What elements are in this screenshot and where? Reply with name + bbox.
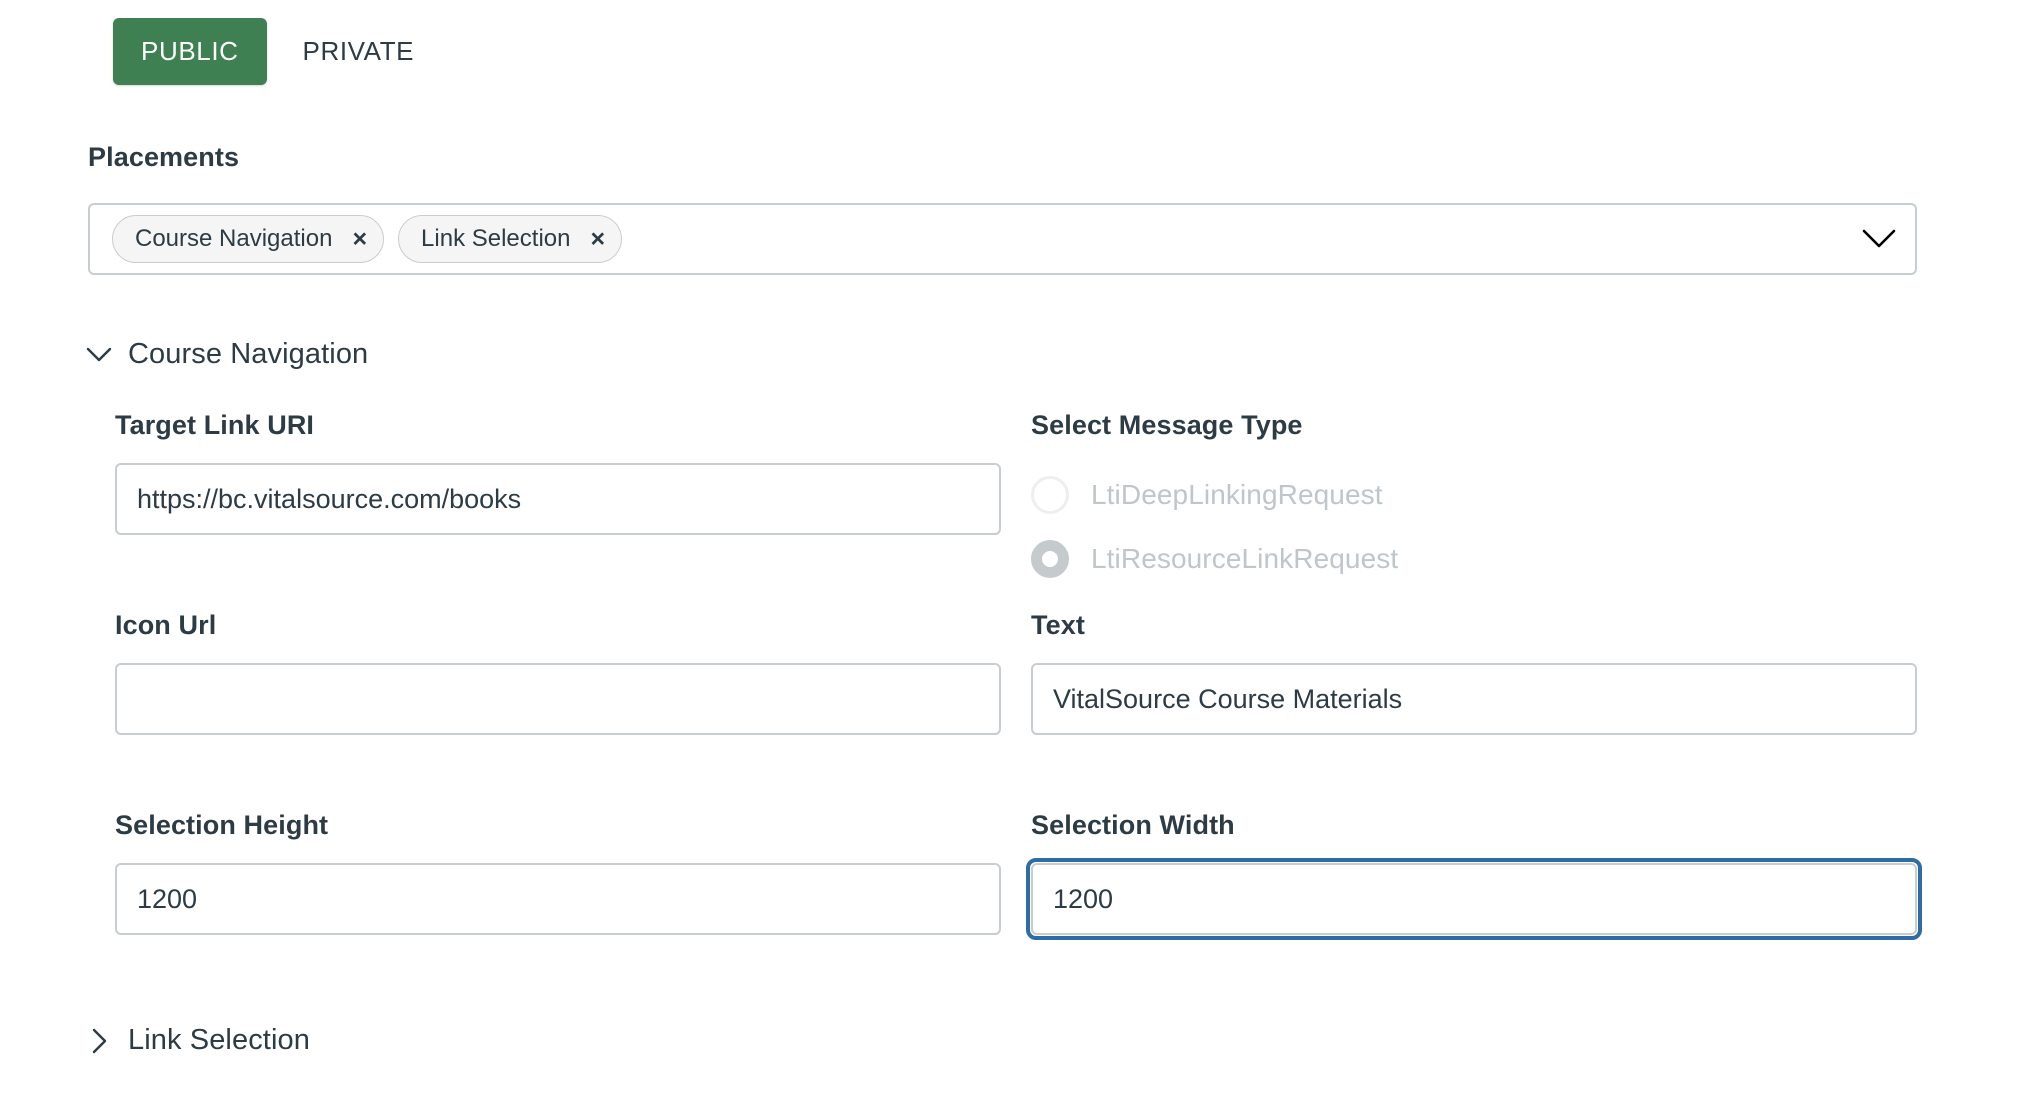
tab-private[interactable]: PRIVATE bbox=[275, 18, 443, 85]
field-selection-height: Selection Height bbox=[115, 810, 1001, 935]
field-label: Select Message Type bbox=[1031, 410, 1303, 440]
placements-label: Placements bbox=[88, 142, 240, 172]
placement-chip-label: Course Navigation bbox=[135, 225, 333, 252]
remove-chip-icon[interactable]: × bbox=[590, 226, 605, 252]
course-navigation-fields: Target Link URI Select Message Type LtiD… bbox=[0, 410, 2038, 1010]
radio-option-label: LtiDeepLinkingRequest bbox=[1091, 479, 1383, 510]
field-selection-width: Selection Width bbox=[1026, 810, 1922, 940]
radio-option-lti-deep-linking-request[interactable]: LtiDeepLinkingRequest bbox=[1031, 463, 1917, 527]
field-label: Icon Url bbox=[115, 610, 217, 640]
chevron-down-icon[interactable] bbox=[1857, 228, 1901, 250]
placements-multiselect[interactable]: Course Navigation × Link Selection × bbox=[88, 203, 1917, 275]
field-row: Selection Height Selection Width bbox=[0, 810, 2038, 1010]
placement-chip-label: Link Selection bbox=[421, 225, 571, 252]
section-header-course-navigation[interactable]: Course Navigation bbox=[86, 338, 368, 371]
placement-chip[interactable]: Link Selection × bbox=[398, 215, 623, 263]
radio-unselected-icon[interactable] bbox=[1031, 476, 1069, 514]
field-label: Selection Width bbox=[1031, 810, 1235, 840]
target-link-uri-input[interactable] bbox=[115, 463, 1001, 535]
icon-url-input[interactable] bbox=[115, 663, 1001, 735]
visibility-tab-group: PUBLIC PRIVATE bbox=[113, 18, 442, 85]
section-header-link-selection[interactable]: Link Selection bbox=[86, 1024, 310, 1057]
placements-configuration-page: PUBLIC PRIVATE Placements Course Navigat… bbox=[0, 0, 2038, 1099]
field-row: Icon Url Text bbox=[0, 610, 2038, 810]
chevron-right-icon bbox=[86, 1028, 112, 1054]
field-label: Selection Height bbox=[115, 810, 329, 840]
field-row: Target Link URI Select Message Type LtiD… bbox=[0, 410, 2038, 610]
field-icon-url: Icon Url bbox=[115, 610, 1001, 735]
radio-option-lti-resource-link-request[interactable]: LtiResourceLinkRequest bbox=[1031, 527, 1917, 591]
selection-height-input[interactable] bbox=[115, 863, 1001, 935]
message-type-radio-group: LtiDeepLinkingRequest LtiResourceLinkReq… bbox=[1031, 463, 1917, 591]
field-target-link-uri: Target Link URI bbox=[115, 410, 1001, 535]
section-title: Link Selection bbox=[128, 1024, 310, 1056]
focus-ring bbox=[1026, 858, 1922, 940]
field-label: Target Link URI bbox=[115, 410, 315, 440]
field-select-message-type: Select Message Type LtiDeepLinkingReques… bbox=[1031, 410, 1917, 591]
radio-selected-icon[interactable] bbox=[1031, 540, 1069, 578]
placement-chip[interactable]: Course Navigation × bbox=[112, 215, 385, 263]
placements-chip-list: Course Navigation × Link Selection × bbox=[112, 215, 1857, 263]
field-label: Text bbox=[1031, 610, 1085, 640]
section-title: Course Navigation bbox=[128, 338, 369, 370]
tab-public[interactable]: PUBLIC bbox=[113, 18, 267, 85]
text-input[interactable] bbox=[1031, 663, 1917, 735]
remove-chip-icon[interactable]: × bbox=[352, 226, 367, 252]
radio-option-label: LtiResourceLinkRequest bbox=[1091, 543, 1399, 574]
field-text: Text bbox=[1031, 610, 1917, 735]
chevron-down-icon bbox=[86, 342, 112, 368]
selection-width-input[interactable] bbox=[1031, 863, 1917, 935]
